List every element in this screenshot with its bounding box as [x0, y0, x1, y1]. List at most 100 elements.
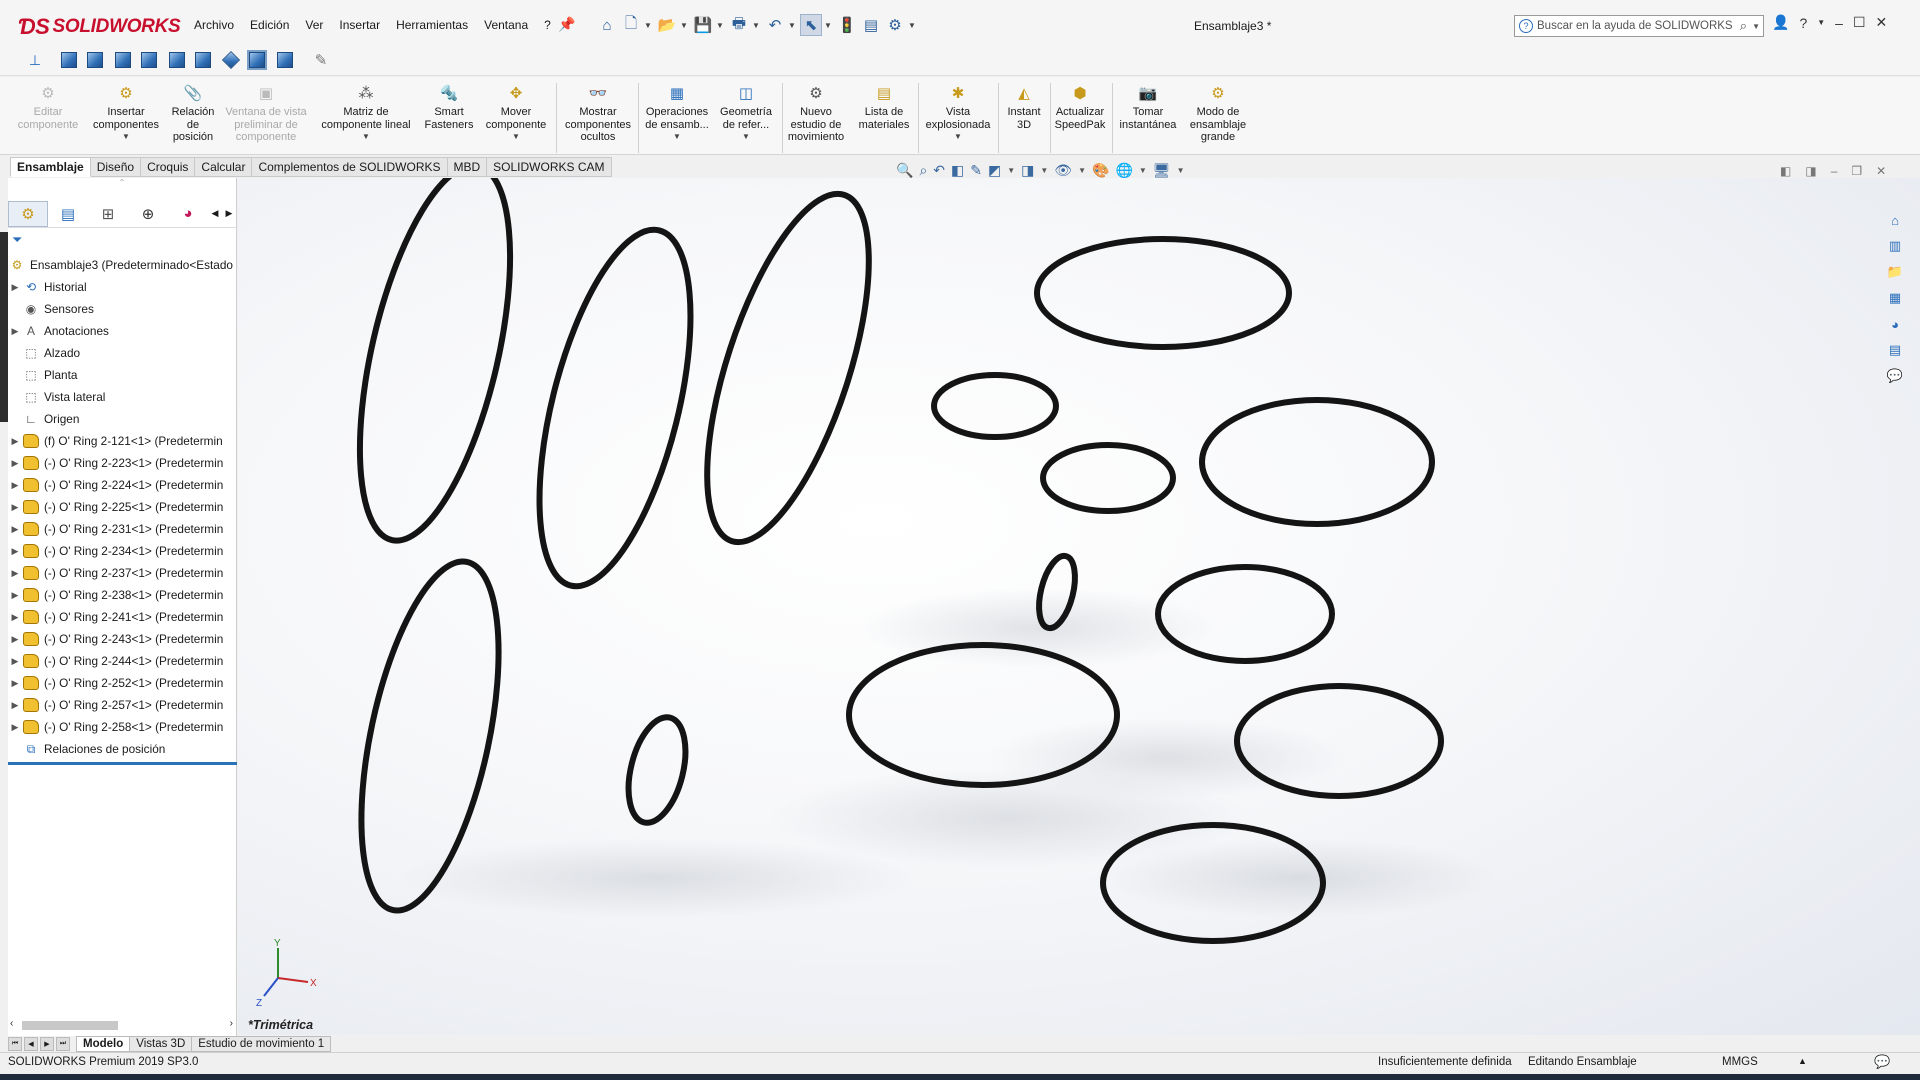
viewport-restore-icon[interactable]: ❐ — [1851, 164, 1862, 178]
view-settings-icon[interactable]: 🖥 — [1153, 162, 1171, 179]
menu-insertar[interactable]: Insertar — [331, 16, 388, 34]
assembly-features-button[interactable]: ▦ Operaciones de ensamb... ▼ — [642, 83, 712, 144]
tree-item-part[interactable]: ▶ (-) O' Ring 2-234<1> (Predetermin — [8, 540, 237, 562]
tab-croquis[interactable]: Croquis — [141, 157, 196, 177]
help-icon[interactable]: ? — [1799, 15, 1807, 31]
dimxpert-tab-icon[interactable]: ⊕ — [128, 201, 168, 227]
tree-item-part[interactable]: ▶ (-) O' Ring 2-223<1> (Predetermin — [8, 452, 237, 474]
panel-horizontal-scrollbar[interactable]: ‹ › — [8, 1018, 237, 1032]
tab-complementos[interactable]: Complementos de SOLIDWORKS — [252, 157, 448, 177]
tree-item-planta[interactable]: ⬚ Planta — [8, 364, 237, 386]
dropdown-arrow-icon[interactable]: ▼ — [122, 131, 130, 144]
o-ring[interactable] — [510, 215, 721, 601]
o-ring[interactable] — [619, 711, 696, 828]
new-dropdown-icon[interactable]: ▼ — [644, 21, 654, 30]
insert-components-button[interactable]: ⚙ Insertar componentes ▼ — [88, 83, 164, 144]
maximize-icon[interactable]: ☐ — [1853, 14, 1866, 31]
new-file-icon[interactable]: 🗋 — [620, 14, 642, 36]
o-ring[interactable] — [931, 372, 1059, 440]
mate-button[interactable]: 📎 Relación de posición — [168, 83, 218, 144]
dropdown-arrow-icon[interactable]: ▼ — [512, 131, 520, 144]
close-icon[interactable]: ✕ — [1876, 14, 1888, 31]
menu-ver[interactable]: Ver — [297, 16, 331, 34]
tree-item-part[interactable]: ▶ (f) O' Ring 2-121<1> (Predetermin — [8, 430, 237, 452]
print-icon[interactable]: 🖶 — [728, 14, 750, 36]
previous-view-icon[interactable]: ↶ — [933, 162, 945, 179]
units-dropdown-icon[interactable]: ▲ — [1798, 1056, 1807, 1066]
expand-arrow-icon[interactable]: ▶ — [8, 656, 22, 667]
options-dropdown-icon[interactable]: ▼ — [908, 21, 918, 30]
expand-arrow-icon[interactable]: ▶ — [8, 700, 22, 711]
help-dropdown-icon[interactable]: ▼ — [1817, 18, 1825, 27]
select-dropdown-icon[interactable]: ▼ — [824, 21, 834, 30]
undo-dropdown-icon[interactable]: ▼ — [788, 21, 798, 30]
tooltip-icon[interactable]: 💬 — [1874, 1054, 1890, 1070]
save-dropdown-icon[interactable]: ▼ — [716, 21, 726, 30]
bom-button[interactable]: ▤ Lista de materiales — [854, 83, 914, 131]
model-canvas[interactable]: Y X Z — [238, 178, 1920, 1035]
menu-archivo[interactable]: Archivo — [186, 16, 242, 34]
propertymanager-tab-icon[interactable]: ▤ — [48, 201, 88, 227]
panel-grip-icon[interactable]: ⌃ — [8, 178, 236, 192]
show-hidden-button[interactable]: 👓 Mostrar componentes ocultos — [562, 83, 634, 144]
minimize-icon[interactable]: – — [1835, 15, 1843, 31]
tree-item-historial[interactable]: ▶ ⟲ Historial — [8, 276, 237, 298]
tree-item-origen[interactable]: ∟ Origen — [8, 408, 237, 430]
rebuild-icon[interactable]: 🚦 — [836, 14, 858, 36]
dropdown-arrow-icon[interactable]: ▼ — [1177, 166, 1185, 175]
view-bottom-icon[interactable] — [192, 50, 214, 70]
filter-icon[interactable]: ⏷ — [12, 232, 22, 248]
view-trimetric-icon[interactable] — [246, 50, 268, 70]
restore-left-icon[interactable]: ◧ — [1780, 164, 1791, 178]
view-palette-icon[interactable]: ▦ — [1884, 288, 1906, 308]
exploded-view-button[interactable]: ✱ Vista explosionada ▼ — [922, 83, 994, 144]
dropdown-arrow-icon[interactable]: ▼ — [954, 131, 962, 144]
sketch-tool-icon[interactable]: ✎ — [310, 50, 332, 70]
tree-item-alzado[interactable]: ⬚ Alzado — [8, 342, 237, 364]
featuremanager-tab-icon[interactable]: ⚙ — [8, 200, 48, 227]
save-icon[interactable]: 💾 — [692, 14, 714, 36]
appearance-icon[interactable]: 🎨 — [1092, 162, 1109, 179]
tree-item-anotaciones[interactable]: ▶ A Anotaciones — [8, 320, 237, 342]
tab-modelo[interactable]: Modelo — [76, 1036, 131, 1052]
first-tab-icon[interactable]: ⏮ — [8, 1037, 22, 1051]
help-search-input[interactable]: ? Buscar en la ayuda de SOLIDWORKS ⌕ ▼ — [1514, 15, 1764, 37]
search-icon[interactable]: ⌕ — [1740, 18, 1747, 34]
dropdown-arrow-icon[interactable]: ▼ — [362, 131, 370, 144]
dropdown-arrow-icon[interactable]: ▼ — [742, 131, 750, 144]
scroll-right-icon[interactable]: › — [230, 1018, 233, 1029]
tab-ensamblaje[interactable]: Ensamblaje — [10, 157, 91, 177]
tree-item-sensores[interactable]: ◉ Sensores — [8, 298, 237, 320]
tree-item-part[interactable]: ▶ (-) O' Ring 2-258<1> (Predetermin — [8, 716, 237, 738]
displaymanager-tab-icon[interactable]: ◕ — [168, 201, 208, 227]
tree-root[interactable]: ⚙ Ensamblaje3 (Predeterminado<Estado — [8, 254, 237, 276]
pin-icon[interactable]: 📌 — [558, 16, 575, 33]
normal-to-icon[interactable]: ⊥ — [24, 50, 46, 70]
view-dimetric-icon[interactable] — [274, 50, 296, 70]
expand-arrow-icon[interactable]: ▶ — [8, 722, 22, 733]
print-dropdown-icon[interactable]: ▼ — [752, 21, 762, 30]
forum-icon[interactable]: 💬 — [1884, 366, 1906, 386]
tab-mbd[interactable]: MBD — [447, 157, 488, 177]
home-icon[interactable]: ⌂ — [596, 14, 618, 36]
move-component-button[interactable]: ✥ Mover componente ▼ — [480, 83, 552, 144]
open-icon[interactable]: 📂 — [656, 14, 678, 36]
select-icon[interactable]: ⬉ — [800, 14, 822, 36]
graphics-area[interactable]: Y X Z *Trimétrica — [238, 178, 1920, 1035]
smart-fasteners-button[interactable]: 🔩 Smart Fasteners — [420, 83, 478, 131]
tree-item-part[interactable]: ▶ (-) O' Ring 2-252<1> (Predetermin — [8, 672, 237, 694]
dynamic-annotation-icon[interactable]: ✎ — [970, 162, 982, 179]
restore-right-icon[interactable]: ◨ — [1805, 164, 1816, 178]
zoom-to-fit-icon[interactable]: 🔍 — [896, 162, 913, 179]
tree-item-part[interactable]: ▶ (-) O' Ring 2-241<1> (Predetermin — [8, 606, 237, 628]
zoom-area-icon[interactable]: ⌕ — [919, 162, 927, 179]
expand-arrow-icon[interactable]: ▶ — [8, 436, 22, 447]
tree-item-vista-lateral[interactable]: ⬚ Vista lateral — [8, 386, 237, 408]
options-icon[interactable]: ⚙ — [884, 14, 906, 36]
expand-arrow-icon[interactable]: ▶ — [8, 590, 22, 601]
scroll-left-icon[interactable]: ‹ — [10, 1018, 13, 1029]
tree-item-part[interactable]: ▶ (-) O' Ring 2-244<1> (Predetermin — [8, 650, 237, 672]
open-dropdown-icon[interactable]: ▼ — [680, 21, 690, 30]
expand-arrow-icon[interactable]: ▶ — [8, 502, 22, 513]
expand-arrow-icon[interactable]: ▶ — [8, 678, 22, 689]
